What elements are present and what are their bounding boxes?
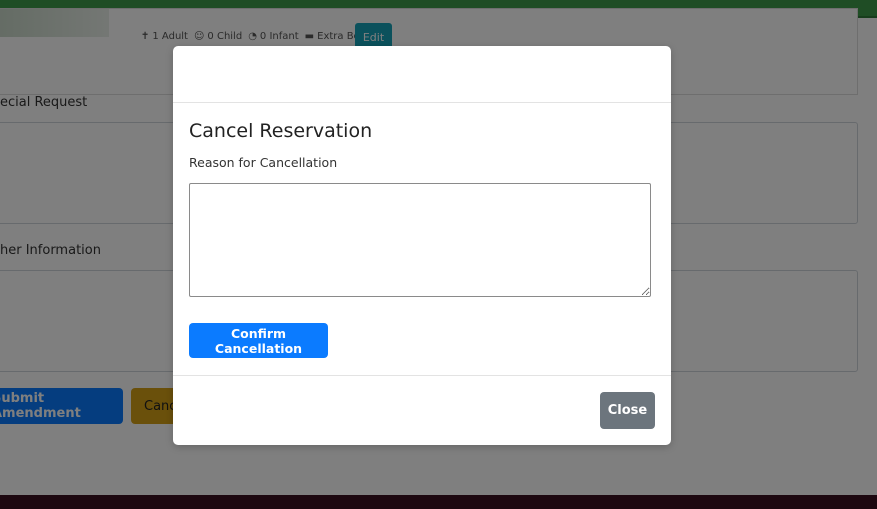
confirm-cancellation-button[interactable]: Confirm Cancellation	[189, 323, 328, 358]
reason-label: Reason for Cancellation	[189, 155, 338, 170]
cancel-reservation-modal: Cancel Reservation Reason for Cancellati…	[173, 46, 671, 445]
modal-title: Cancel Reservation	[189, 120, 373, 142]
cancellation-reason-input[interactable]	[189, 183, 651, 297]
modal-header	[173, 46, 671, 103]
close-button[interactable]: Close	[600, 392, 655, 429]
modal-footer	[173, 375, 671, 446]
